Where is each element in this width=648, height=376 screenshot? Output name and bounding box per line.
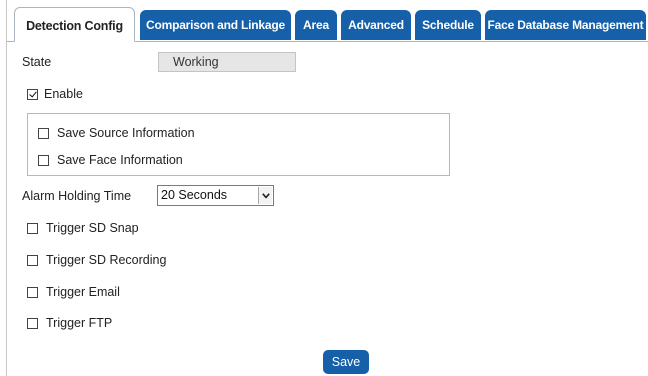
tab-comparison-and-linkage[interactable]: Comparison and Linkage [140, 10, 291, 40]
save-face-info-checkbox[interactable] [38, 154, 49, 166]
enable-label: Enable [44, 87, 83, 101]
alarm-holding-time-label: Alarm Holding Time [22, 189, 132, 203]
tab-detection-config[interactable]: Detection Config [14, 7, 135, 42]
trigger-ftp-checkbox[interactable] [27, 317, 38, 329]
tab-schedule[interactable]: Schedule [415, 10, 481, 40]
save-source-info-row[interactable]: Save Source Information [38, 125, 195, 141]
enable-checkbox[interactable] [27, 88, 38, 100]
save-source-info-checkbox[interactable] [38, 127, 49, 139]
alarm-holding-time-value: 20 Seconds [161, 188, 228, 202]
alarm-holding-time-select[interactable]: 20 Seconds [157, 185, 274, 206]
enable-checkbox-row[interactable]: Enable [27, 86, 83, 102]
save-face-info-row[interactable]: Save Face Information [38, 152, 183, 168]
trigger-sd-recording-row[interactable]: Trigger SD Recording [27, 252, 166, 268]
chevron-down-icon [262, 193, 270, 199]
detection-config-panel: Detection Config Comparison and Linkage … [6, 0, 648, 376]
tab-face-database-management[interactable]: Face Database Management [485, 10, 646, 40]
trigger-ftp-label: Trigger FTP [46, 316, 113, 330]
trigger-ftp-row[interactable]: Trigger FTP [27, 315, 112, 331]
save-info-group: Save Source Information Save Face Inform… [27, 113, 450, 176]
tab-area[interactable]: Area [295, 10, 337, 40]
save-source-info-label: Save Source Information [57, 126, 195, 140]
state-value: Working [173, 55, 219, 69]
trigger-sd-snap-checkbox[interactable] [27, 222, 38, 234]
state-field: Working [158, 52, 296, 72]
trigger-sd-recording-checkbox[interactable] [27, 254, 38, 266]
save-button[interactable]: Save [323, 350, 369, 374]
tab-advanced[interactable]: Advanced [341, 10, 411, 40]
save-face-info-label: Save Face Information [57, 153, 183, 167]
select-arrow-button[interactable] [258, 187, 272, 204]
trigger-email-checkbox[interactable] [27, 286, 38, 298]
trigger-sd-recording-label: Trigger SD Recording [46, 253, 167, 267]
trigger-sd-snap-row[interactable]: Trigger SD Snap [27, 220, 139, 236]
trigger-sd-snap-label: Trigger SD Snap [46, 221, 139, 235]
trigger-email-row[interactable]: Trigger Email [27, 284, 120, 300]
trigger-email-label: Trigger Email [46, 285, 120, 299]
state-label: State [22, 55, 52, 69]
tab-bar: Detection Config Comparison and Linkage … [7, 0, 648, 42]
